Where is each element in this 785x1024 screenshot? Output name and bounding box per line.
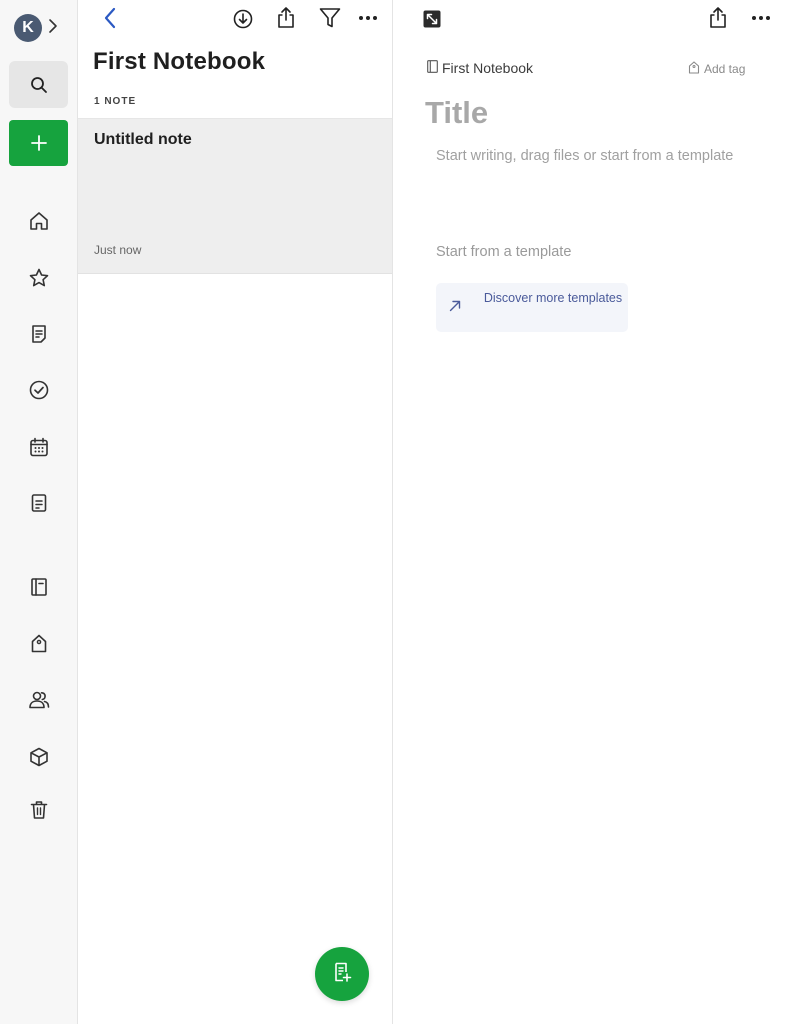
sidebar: K [0, 0, 78, 1024]
more-horizontal-icon [751, 15, 771, 21]
share-button[interactable] [272, 4, 300, 32]
editor-pane: First Notebook Add tag Title Start writi… [394, 0, 785, 1024]
share-icon [707, 6, 729, 30]
search-icon [30, 76, 48, 94]
new-note-fab[interactable] [315, 947, 369, 1001]
note-count: 1 NOTE [94, 96, 137, 107]
expand-button[interactable] [418, 5, 446, 33]
download-icon [232, 8, 254, 30]
notebook-icon [427, 60, 438, 76]
editor-more-button[interactable] [747, 4, 775, 32]
add-tag-label: Add tag [704, 62, 746, 76]
search-button[interactable] [9, 61, 68, 108]
share-icon [275, 6, 297, 30]
more-options-button[interactable] [354, 4, 382, 32]
arrow-up-right-icon [448, 299, 462, 318]
home-icon[interactable] [24, 206, 54, 236]
note-list-item[interactable]: Untitled note Just now [78, 119, 392, 274]
discover-templates-label: Discover more templates [483, 291, 623, 305]
new-note-icon [331, 961, 353, 988]
filter-button[interactable] [316, 4, 344, 32]
title-field[interactable]: Title [425, 95, 488, 131]
note-list-pane: First Notebook 1 NOTE Untitled note Just… [78, 0, 393, 1024]
note-timestamp: Just now [94, 243, 142, 257]
notebook-icon[interactable] [24, 572, 54, 602]
notebook-title: First Notebook [93, 48, 266, 75]
tag-icon [688, 61, 700, 77]
more-horizontal-icon [358, 15, 378, 21]
back-button[interactable] [96, 4, 124, 32]
editor-share-button[interactable] [704, 4, 732, 32]
chevron-right-icon[interactable] [46, 15, 60, 37]
calendar-icon[interactable] [24, 432, 54, 462]
new-note-button[interactable] [9, 120, 68, 166]
breadcrumb-label: First Notebook [442, 60, 534, 76]
filter-icon [318, 6, 342, 30]
templates-icon[interactable] [24, 488, 54, 518]
add-tag-button[interactable]: Add tag [688, 61, 745, 77]
plus-icon [30, 135, 47, 151]
notebook-breadcrumb[interactable]: First Notebook [427, 60, 533, 76]
chevron-left-icon [103, 7, 117, 29]
template-heading: Start from a template [436, 244, 572, 260]
shared-icon[interactable] [24, 685, 54, 715]
notes-icon[interactable] [24, 319, 54, 349]
tag-icon[interactable] [24, 629, 54, 659]
star-icon[interactable] [24, 263, 54, 293]
note-body-field[interactable]: Start writing, drag files or start from … [436, 142, 736, 171]
download-button[interactable] [229, 5, 257, 33]
avatar[interactable]: K [14, 14, 42, 42]
note-title: Untitled note [94, 131, 192, 148]
discover-templates-button[interactable]: Discover more templates [436, 283, 628, 332]
spaces-icon[interactable] [24, 742, 54, 772]
expand-icon [423, 10, 441, 28]
trash-icon[interactable] [24, 795, 54, 825]
tasks-icon[interactable] [24, 375, 54, 405]
